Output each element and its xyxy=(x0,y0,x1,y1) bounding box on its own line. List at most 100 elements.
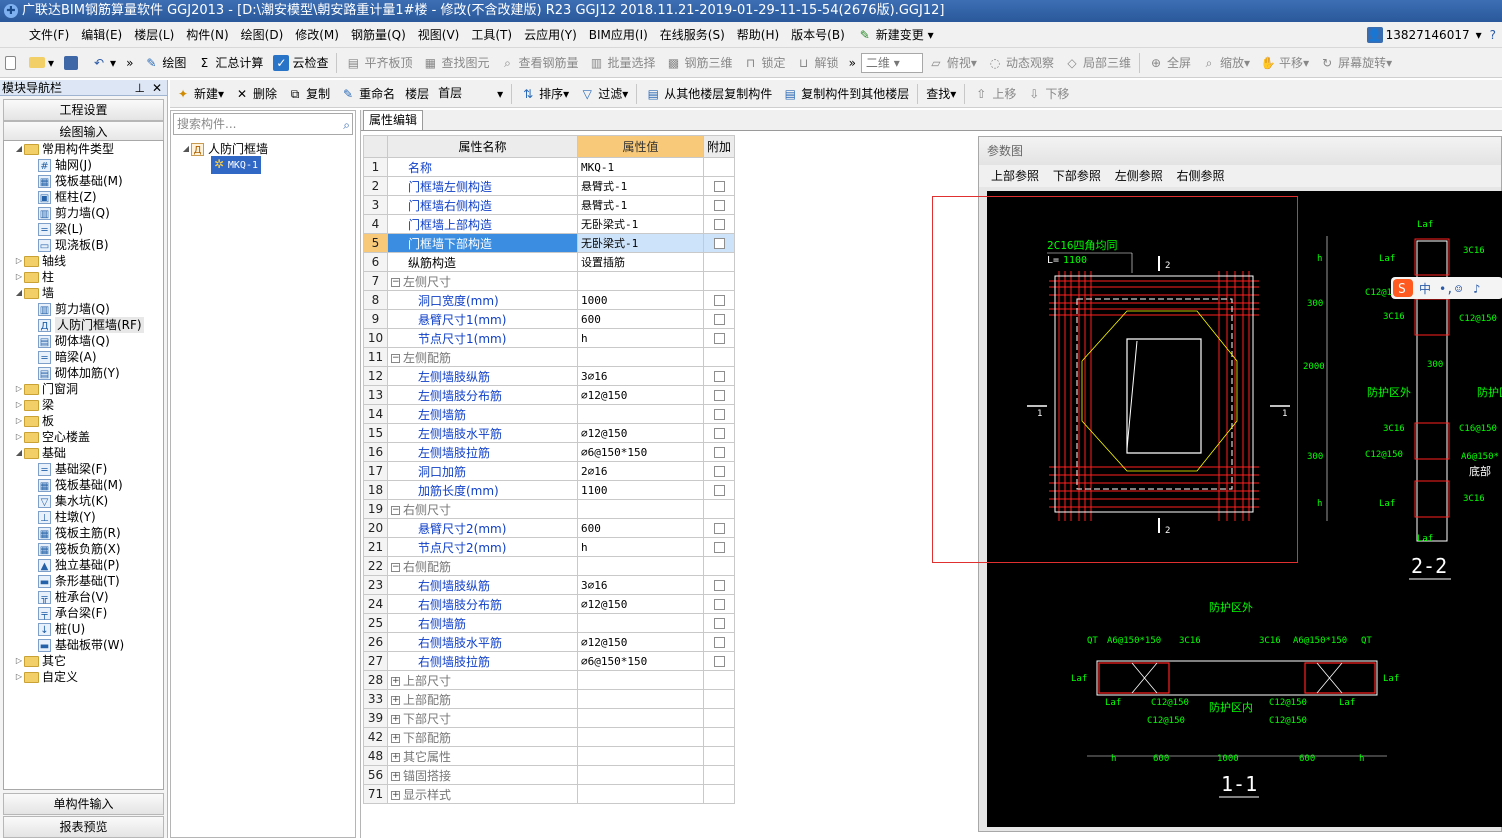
property-value-cell[interactable]: 2⌀16 xyxy=(577,461,704,481)
property-value-cell[interactable] xyxy=(577,689,704,709)
lock-button[interactable]: ⊓ 锁定 xyxy=(738,51,791,75)
expand-icon[interactable]: + xyxy=(391,790,400,800)
search-input[interactable]: 搜索构件... ⌕ xyxy=(173,113,353,135)
extra-cell[interactable] xyxy=(702,233,736,253)
phone-number[interactable]: 13827146017 xyxy=(1386,28,1470,42)
property-value-cell[interactable]: ⌀12@150 xyxy=(577,423,704,443)
property-value-cell[interactable] xyxy=(577,347,704,367)
extra-checkbox[interactable] xyxy=(713,637,725,648)
property-value-cell[interactable] xyxy=(577,727,704,747)
extra-checkbox[interactable] xyxy=(713,181,725,192)
property-name-cell[interactable]: 左侧墙肢水平筋 xyxy=(387,423,578,443)
tree-folder[interactable]: ▷ 门窗洞 xyxy=(4,381,163,397)
report-preview-button[interactable]: 报表预览 xyxy=(3,816,164,838)
menu-item[interactable]: 帮助(H) xyxy=(731,22,785,48)
property-name-cell[interactable]: 左侧墙肢纵筋 xyxy=(387,366,578,386)
draw-button[interactable]: ✎ 绘图 xyxy=(138,51,191,75)
extra-checkbox[interactable] xyxy=(713,618,725,629)
table-row[interactable]: 27 右侧墙肢拉筋 ⌀6@150*150 xyxy=(363,651,736,671)
property-name-cell[interactable]: 左侧墙肢分布筋 xyxy=(387,385,578,405)
property-value-cell[interactable]: ⌀6@150*150 xyxy=(577,442,704,462)
property-name-cell[interactable]: − 左侧配筋 xyxy=(387,347,578,367)
tree-folder[interactable]: ▷ 梁 xyxy=(4,397,163,413)
find-button[interactable]: 查找 ▾ xyxy=(921,82,961,106)
property-name-cell[interactable]: 节点尺寸1(mm) xyxy=(387,328,578,348)
extra-checkbox[interactable] xyxy=(713,485,725,496)
move-up-button[interactable]: ⇧ 上移 xyxy=(968,82,1021,106)
extra-checkbox[interactable] xyxy=(713,599,725,610)
floor-dropdown-arrow[interactable]: ▾ xyxy=(492,82,508,106)
extra-checkbox[interactable] xyxy=(713,333,725,344)
property-value-cell[interactable]: h xyxy=(577,328,704,348)
table-row[interactable]: 10 节点尺寸1(mm) h xyxy=(363,328,736,348)
undo-button[interactable]: ↶ ▾ xyxy=(86,51,121,75)
table-row[interactable]: 28 + 上部尺寸 xyxy=(363,670,736,690)
tree-folder[interactable]: ▷ 空心楼盖 xyxy=(4,429,163,445)
rotate-button[interactable]: ↻ 屏幕旋转 ▾ xyxy=(1314,51,1397,75)
property-value-cell[interactable]: 3⌀16 xyxy=(577,366,704,386)
find-element-button[interactable]: ▦ 查找图元 xyxy=(417,51,494,75)
expand-icon[interactable]: + xyxy=(391,676,400,686)
extra-cell[interactable] xyxy=(702,366,736,386)
filter-button[interactable]: ▽ 过滤 ▾ xyxy=(574,82,633,106)
property-value-cell[interactable]: 3⌀16 xyxy=(577,575,704,595)
collapse-icon[interactable]: ◢ xyxy=(14,285,24,301)
tree-folder[interactable]: ◢ 常用构件类型 xyxy=(4,141,163,157)
extra-cell[interactable] xyxy=(702,461,736,481)
tree-item[interactable]: ▭ 现浇板(B) xyxy=(4,237,163,253)
extra-cell[interactable] xyxy=(702,442,736,462)
menu-item[interactable]: 视图(V) xyxy=(412,22,466,48)
expand-icon[interactable]: + xyxy=(391,695,400,705)
local-3d-button[interactable]: ◇ 局部三维 xyxy=(1059,51,1136,75)
tree-item[interactable]: ⊥ 柱墩(Y) xyxy=(4,509,163,525)
expand-icon[interactable]: ▷ xyxy=(14,429,24,445)
property-name-cell[interactable]: 右侧墙肢水平筋 xyxy=(387,632,578,652)
tree-item[interactable]: ╦ 桩承台(V) xyxy=(4,589,163,605)
property-value-cell[interactable]: 悬臂式-1 xyxy=(577,176,704,196)
toolbar-overflow[interactable]: » xyxy=(121,51,138,75)
table-row[interactable]: 24 右侧墙肢分布筋 ⌀12@150 xyxy=(363,594,736,614)
extra-cell[interactable] xyxy=(702,518,736,538)
property-name-cell[interactable]: + 下部配筋 xyxy=(387,727,578,747)
extra-checkbox[interactable] xyxy=(713,200,725,211)
tree-item[interactable]: ▬ 基础板带(W) xyxy=(4,637,163,653)
tree-folder[interactable]: ◢ 基础 xyxy=(4,445,163,461)
extra-cell[interactable] xyxy=(702,214,736,234)
property-name-cell[interactable]: − 右侧尺寸 xyxy=(387,499,578,519)
menu-item[interactable]: 钢筋量(Q) xyxy=(345,22,412,48)
tree-item[interactable]: ═ 暗梁(A) xyxy=(4,349,163,365)
table-row[interactable]: 17 洞口加筋 2⌀16 xyxy=(363,461,736,481)
property-value-cell[interactable]: 600 xyxy=(577,518,704,538)
extra-cell[interactable] xyxy=(702,328,736,348)
cloud-check-button[interactable]: ✓ 云检查 xyxy=(268,51,333,75)
table-row[interactable]: 26 右侧墙肢水平筋 ⌀12@150 xyxy=(363,632,736,652)
table-row[interactable]: 4 门框墙上部构造 无卧梁式-1 xyxy=(363,214,736,234)
collapse-icon[interactable]: ◢ xyxy=(181,141,191,157)
close-icon[interactable]: ✕ xyxy=(152,80,162,96)
top-view-button[interactable]: ▱ 俯视 ▾ xyxy=(923,51,982,75)
property-name-cell[interactable]: 门框墙下部构造 xyxy=(387,233,578,253)
expand-icon[interactable]: + xyxy=(391,771,400,781)
extra-checkbox[interactable] xyxy=(713,238,725,249)
extra-checkbox[interactable] xyxy=(713,428,725,439)
property-name-cell[interactable]: 门框墙左侧构造 xyxy=(387,176,578,196)
table-row[interactable]: 9 悬臂尺寸1(mm) 600 xyxy=(363,309,736,329)
property-value-cell[interactable] xyxy=(577,556,704,576)
table-row[interactable]: 39 + 下部尺寸 xyxy=(363,708,736,728)
menu-item[interactable]: 构件(N) xyxy=(180,22,234,48)
tree-folder[interactable]: ▷ 轴线 xyxy=(4,253,163,269)
component-item-selected[interactable]: ✲ MKQ-1 xyxy=(211,156,261,174)
property-value-cell[interactable] xyxy=(577,708,704,728)
extra-cell[interactable] xyxy=(702,423,736,443)
extra-checkbox[interactable] xyxy=(713,409,725,420)
extra-checkbox[interactable] xyxy=(713,371,725,382)
tree-item[interactable]: ▽ 集水坑(K) xyxy=(4,493,163,509)
property-name-cell[interactable]: + 上部尺寸 xyxy=(387,670,578,690)
extra-checkbox[interactable] xyxy=(713,656,725,667)
property-value-cell[interactable] xyxy=(577,746,704,766)
tree-item[interactable]: ╤ 承台梁(F) xyxy=(4,605,163,621)
property-name-cell[interactable]: 悬臂尺寸1(mm) xyxy=(387,309,578,329)
collapse-icon[interactable]: ◢ xyxy=(14,445,24,461)
table-row[interactable]: 21 节点尺寸2(mm) h xyxy=(363,537,736,557)
menu-item[interactable]: 云应用(Y) xyxy=(518,22,583,48)
